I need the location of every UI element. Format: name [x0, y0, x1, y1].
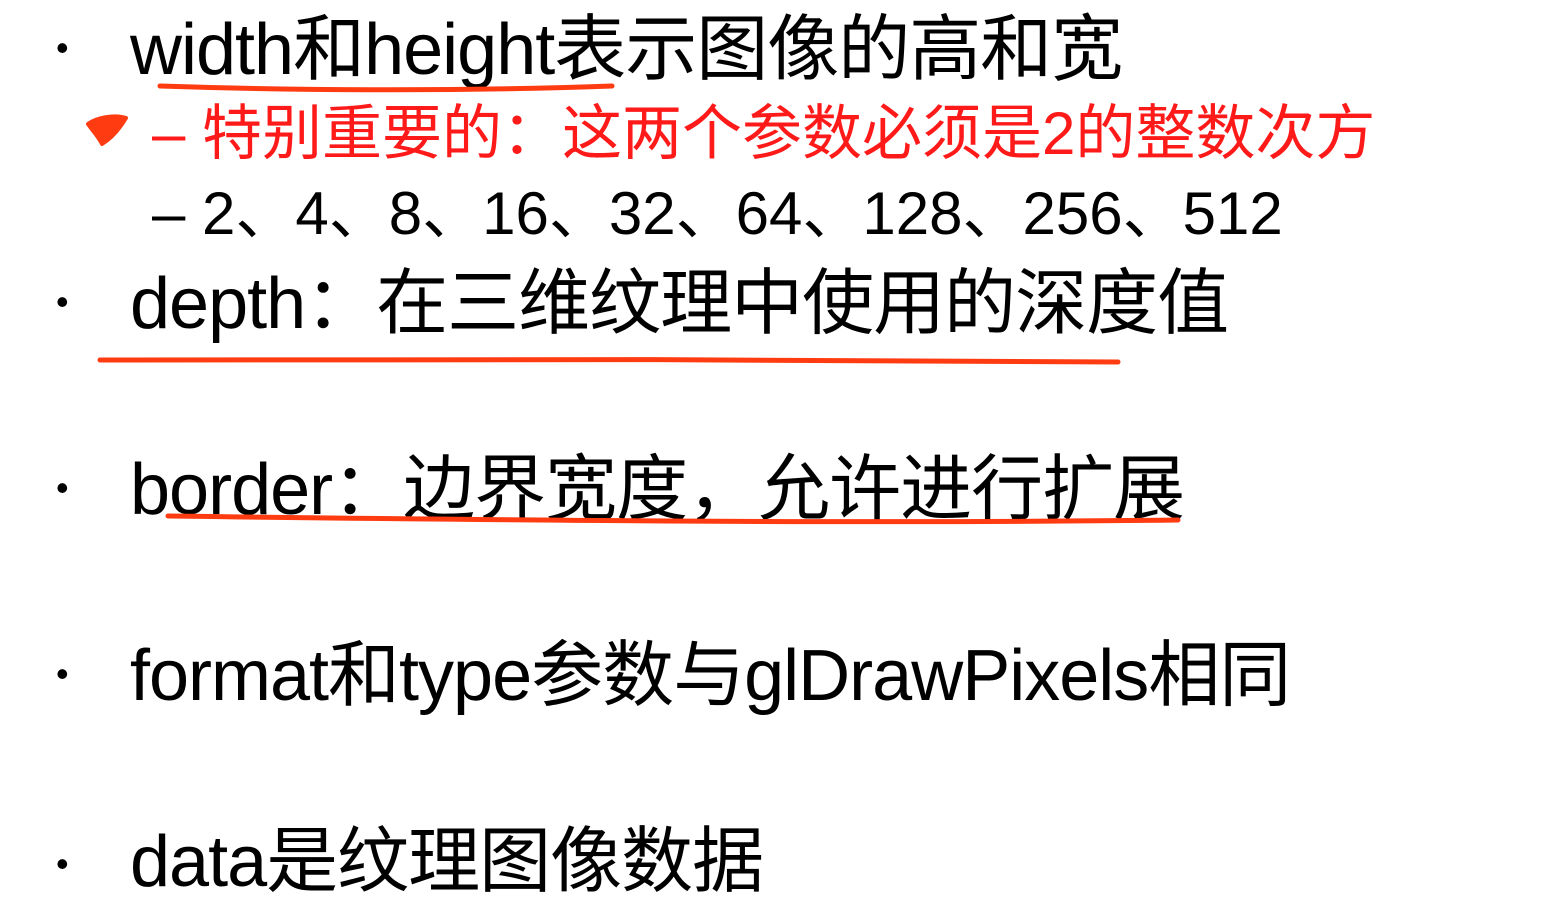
- sub-text: 2、4、8、16、32、64、128、256、512: [202, 180, 1283, 247]
- bullet-border: border：边界宽度，允许进行扩展: [130, 450, 1185, 530]
- check-mark-icon: [86, 114, 128, 146]
- bullet-marker: •: [56, 467, 69, 508]
- sub-text: 特别重要的：这两个参数必须是2的整数次方: [202, 100, 1376, 167]
- bullet-width-height: width和height表示图像的高和宽: [130, 10, 1123, 90]
- bullet-marker: •: [56, 843, 69, 884]
- bullet-marker: •: [56, 27, 69, 68]
- bullet-marker: •: [56, 281, 69, 322]
- sub-item-power-of-two: – 特别重要的：这两个参数必须是2的整数次方: [152, 104, 1375, 164]
- sub-item-sizes: – 2、4、8、16、32、64、128、256、512: [152, 184, 1283, 244]
- underline-depth: [97, 356, 1121, 365]
- bullet-data: data是纹理图像数据: [130, 822, 764, 902]
- bullet-marker: •: [56, 653, 69, 694]
- sub-dash: –: [152, 100, 186, 167]
- sub-dash: –: [152, 180, 186, 247]
- bullet-depth: depth：在三维纹理中使用的深度值: [130, 264, 1229, 344]
- bullet-format-type: format和type参数与glDrawPixels相同: [130, 636, 1291, 716]
